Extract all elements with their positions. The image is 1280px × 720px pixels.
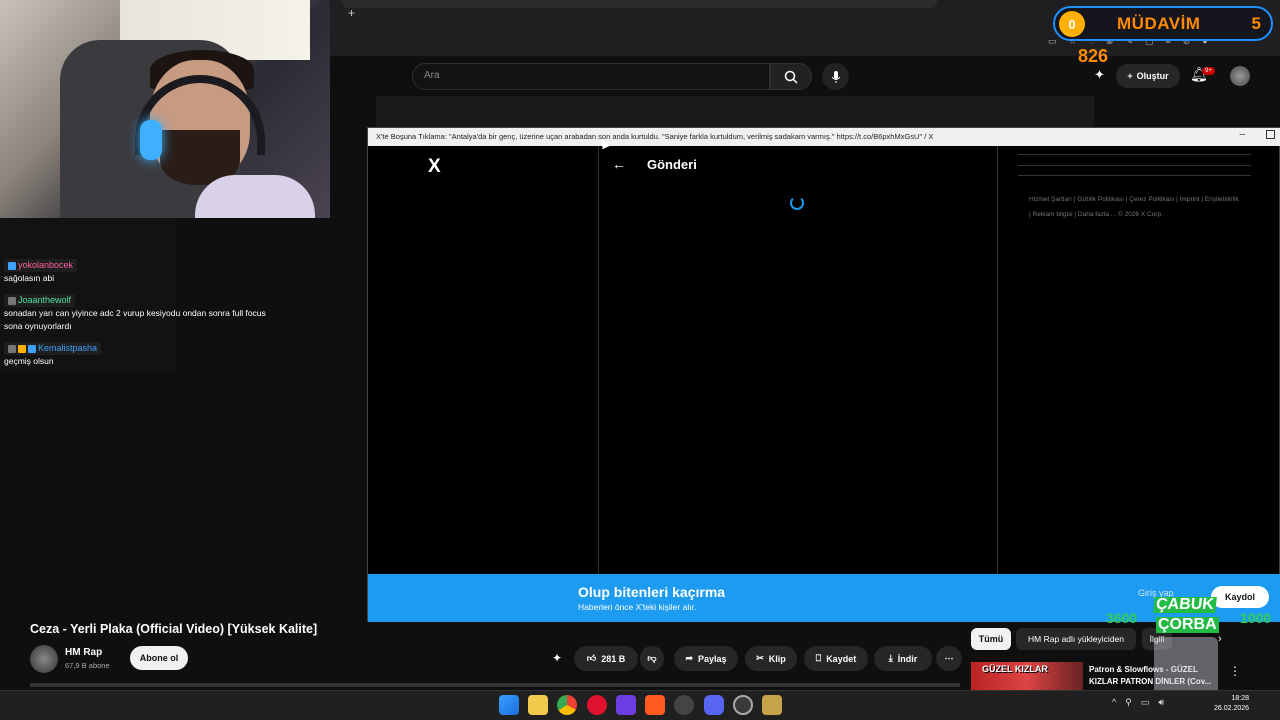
- like-button[interactable]: 👍︎ 281 B: [574, 646, 638, 671]
- chat-message: yokolanbocek sağolasın abi: [4, 259, 78, 285]
- avatar[interactable]: [1230, 66, 1250, 86]
- mudavim-right-value: 5: [1251, 14, 1261, 33]
- loading-spinner-icon: [790, 196, 804, 210]
- chat-text: geçmiş olsun: [4, 356, 54, 366]
- more-button[interactable]: ⋯: [936, 646, 962, 671]
- video-title: Ceza - Yerli Plaka (Official Video) [Yük…: [30, 622, 318, 636]
- bookmark-icon: ⎕: [815, 653, 822, 663]
- file-explorer-icon[interactable]: [528, 695, 548, 715]
- counter-overlay: 826: [1078, 46, 1109, 66]
- save-button[interactable]: ⎕ Kaydet: [804, 646, 868, 671]
- maximize-button[interactable]: [1266, 130, 1275, 139]
- subscribe-button[interactable]: Abone ol: [130, 646, 188, 670]
- corba-right-number: 1000: [1240, 610, 1272, 626]
- footer-links[interactable]: Hizmet Şartları | Gizlilik Politikası | …: [1029, 192, 1239, 222]
- channel-name[interactable]: HM Rap: [65, 647, 102, 658]
- notification-badge: 9+: [1202, 67, 1215, 75]
- banner-subtitle: Haberleri önce X'teki kişiler alır.: [578, 602, 697, 612]
- create-button[interactable]: + Oluştur: [1116, 64, 1180, 88]
- download-button[interactable]: ⤓ İndir: [874, 646, 932, 671]
- more-icon: ⋯: [944, 653, 954, 663]
- x-logo[interactable]: X: [428, 156, 441, 178]
- chat-username: Joaanthewolf: [18, 295, 72, 305]
- divider: [1018, 165, 1251, 166]
- clip-label: Klip: [768, 653, 786, 664]
- webcam-overlay: [0, 0, 330, 218]
- share-button[interactable]: ➦ Paylaş: [674, 646, 738, 671]
- back-arrow-icon[interactable]: ←: [612, 156, 626, 172]
- app-icon[interactable]: [616, 695, 636, 715]
- sub-badge-icon: [8, 344, 16, 353]
- obs-icon[interactable]: [733, 695, 753, 715]
- corba-left-number: 3600: [1106, 610, 1138, 626]
- brave-icon[interactable]: [645, 695, 665, 715]
- divider: [1018, 175, 1251, 176]
- thumbs-down-icon: 👎︎: [647, 653, 657, 663]
- clock[interactable]: 18:28 26.02.2026: [1214, 694, 1249, 714]
- share-icon: ➦: [685, 653, 693, 663]
- shorts-icon[interactable]: ✦: [552, 651, 562, 665]
- date: 26.02.2026: [1214, 705, 1250, 712]
- chat-username: Kemalistpasha: [38, 343, 98, 353]
- page-title: Gönderi: [647, 157, 697, 172]
- mudavim-overlay: 0 MÜDAVİM 5: [1053, 6, 1273, 41]
- chat-message: Joaanthewolf sonadan yarı can yiyince ad…: [4, 294, 274, 333]
- corba-title-1: ÇABUK: [1153, 596, 1217, 613]
- window-title: X'te Boşuna Tıklama: "Antalya'da bir gen…: [376, 132, 934, 141]
- progress-bar[interactable]: [30, 683, 960, 687]
- shorts-icon[interactable]: ✦: [1094, 67, 1105, 83]
- sub-badge-icon: [8, 261, 16, 270]
- chat-text: sağolasın abi: [4, 273, 55, 283]
- new-tab-icon[interactable]: +: [348, 6, 355, 20]
- taskbar: [0, 690, 1280, 720]
- time: 18:28: [1231, 695, 1250, 702]
- channel-avatar[interactable]: [30, 645, 58, 673]
- tab-strip: [342, 0, 937, 8]
- search-icon: [784, 70, 798, 84]
- thumbs-up-icon: 👍︎: [586, 653, 597, 663]
- thumbnail-text: GÜZEL KIZLAR: [982, 664, 1048, 674]
- minimize-button[interactable]: –: [1239, 129, 1245, 140]
- opera-icon[interactable]: [587, 695, 607, 715]
- x-popup-window: X'te Boşuna Tıklama: "Antalya'da bir gen…: [367, 127, 1280, 622]
- create-label: Oluştur: [1136, 71, 1169, 81]
- mudavim-label: MÜDAVİM: [1117, 14, 1201, 33]
- bits-badge-icon: [18, 344, 26, 353]
- league-icon[interactable]: [762, 695, 782, 715]
- chatgpt-icon[interactable]: [674, 695, 694, 715]
- divider: [997, 146, 998, 574]
- sub-badge-icon: [28, 344, 36, 353]
- like-count: 281 B: [601, 653, 626, 664]
- voice-search-button[interactable]: [822, 63, 849, 90]
- plus-icon: +: [1127, 71, 1133, 81]
- subscriber-count: 67,9 B abone: [65, 661, 110, 670]
- discord-icon[interactable]: [704, 695, 724, 715]
- corba-title-2: ÇORBA: [1156, 616, 1219, 633]
- popup-titlebar: X'te Boşuna Tıklama: "Antalya'da bir gen…: [368, 128, 1280, 146]
- clip-button[interactable]: ✂ Klip: [745, 646, 797, 671]
- sub-badge-icon: [8, 296, 16, 305]
- save-label: Kaydet: [826, 653, 857, 664]
- chat-username: yokolanbocek: [18, 260, 74, 270]
- divider: [598, 146, 599, 574]
- chip-all[interactable]: Tümü: [971, 628, 1011, 650]
- search-input[interactable]: Ara: [412, 63, 770, 90]
- mic-icon: [831, 70, 840, 83]
- divider: [1018, 154, 1251, 155]
- share-label: Paylaş: [698, 653, 727, 664]
- windows-start-icon[interactable]: [499, 695, 519, 715]
- scissors-icon: ✂: [756, 653, 764, 663]
- chrome-icon[interactable]: [557, 695, 577, 715]
- mudavim-left-value: 0: [1059, 11, 1085, 37]
- system-tray[interactable]: ^⚲▭🔊︎: [1112, 697, 1173, 708]
- banner-title: Olup bitenleri kaçırma: [578, 584, 726, 600]
- search-button[interactable]: [770, 63, 812, 90]
- download-icon: ⤓: [888, 653, 893, 663]
- chat-text: sonadan yarı can yiyince adc 2 vurup kes…: [4, 308, 266, 331]
- dislike-button[interactable]: 👎︎: [640, 646, 664, 671]
- chat-panel: yokolanbocek sağolasın abi Joaanthewolf …: [0, 218, 266, 374]
- chat-message: Kemalistpasha geçmiş olsun: [4, 342, 102, 368]
- download-label: İndir: [897, 653, 918, 664]
